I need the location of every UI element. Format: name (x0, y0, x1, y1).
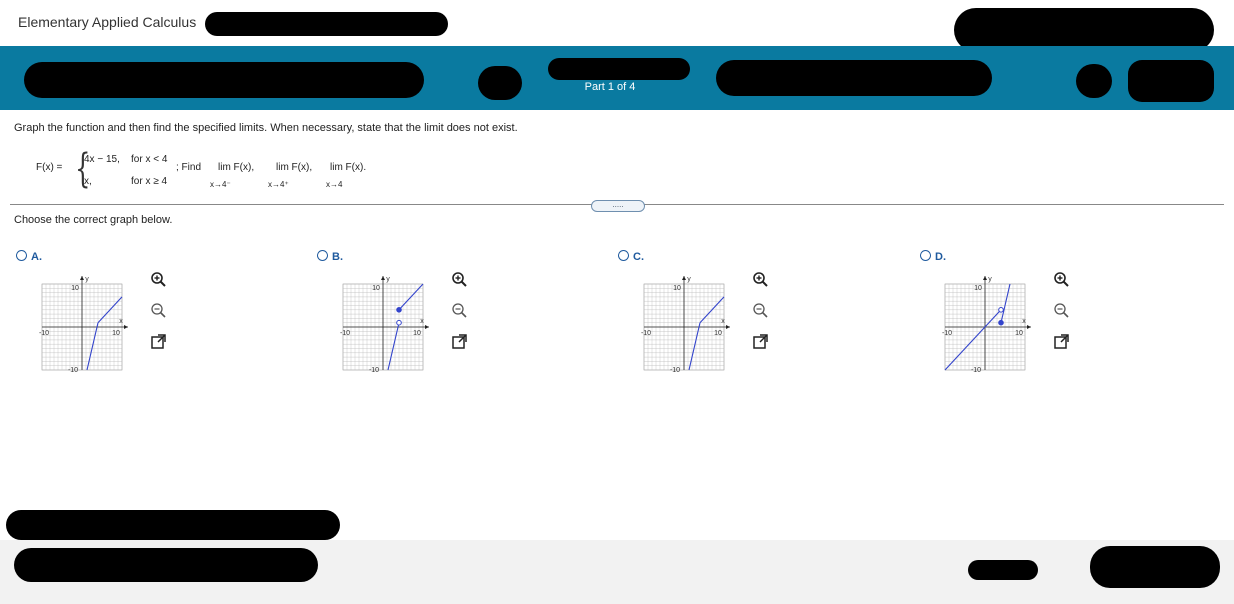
question-instruction: Graph the function and then find the spe… (14, 122, 518, 134)
pop-out-icon[interactable] (752, 333, 769, 350)
course-title: Elementary Applied Calculus (18, 14, 197, 30)
limit-both-sub: x→4 (326, 180, 343, 189)
option-letter: D. (935, 251, 946, 263)
option-b[interactable]: B. (317, 250, 343, 263)
x-axis-arrow-icon (425, 325, 429, 329)
find-label: ; Find (176, 162, 202, 173)
y-max-label: 10 (372, 285, 380, 292)
redaction (478, 66, 522, 100)
part-indicator: Part 1 of 4 (584, 81, 636, 93)
closed-point (998, 319, 1004, 326)
y-axis-arrow-icon (381, 276, 385, 280)
zoom-out-icon[interactable] (1053, 302, 1070, 319)
pop-out-icon[interactable] (150, 333, 167, 350)
case1-expression: 4x − 15, (84, 154, 120, 165)
y-max-label: 10 (974, 285, 982, 292)
x-axis-arrow-icon (1027, 325, 1031, 329)
limit-left-sub: x→4⁻ (210, 180, 231, 189)
redaction (6, 510, 340, 540)
limit-right-sub: x→4⁺ (268, 180, 289, 189)
option-letter: C. (633, 251, 644, 263)
option-d[interactable]: D. (920, 250, 946, 263)
y-axis-label: y (988, 276, 992, 283)
pop-out-icon[interactable] (451, 333, 468, 350)
option-letter: B. (332, 251, 343, 263)
y-max-label: 10 (71, 285, 79, 292)
zoom-in-icon[interactable] (451, 271, 468, 288)
y-min-label: -10 (68, 367, 78, 374)
x-axis-label: x (721, 318, 725, 325)
y-min-label: -10 (971, 367, 981, 374)
x-max-label: 10 (112, 330, 120, 337)
x-min-label: -10 (340, 330, 350, 337)
zoom-in-icon[interactable] (150, 271, 167, 288)
zoom-out-icon[interactable] (451, 302, 468, 319)
redaction (968, 560, 1038, 580)
y-axis-arrow-icon (682, 276, 686, 280)
zoom-out-icon[interactable] (150, 302, 167, 319)
graph-b[interactable]: y x 10 -10 -10 10 (339, 272, 431, 376)
graph-c[interactable]: y x 10 -10 -10 10 (640, 272, 732, 376)
redaction (1076, 64, 1112, 98)
option-letter: A. (31, 251, 42, 263)
x-axis-arrow-icon (124, 325, 128, 329)
radio-icon[interactable] (920, 250, 931, 261)
closed-point (396, 307, 402, 313)
option-c[interactable]: C. (618, 250, 644, 263)
x-min-label: -10 (39, 330, 49, 337)
case2-condition: for x ≥ 4 (131, 176, 168, 187)
redaction (24, 62, 424, 98)
graph-d[interactable]: y x 10 -10 -10 10 (941, 272, 1033, 376)
expand-button[interactable]: ..... (591, 200, 645, 212)
redaction (205, 12, 448, 36)
x-max-label: 10 (1015, 330, 1023, 337)
x-axis-label: x (420, 318, 424, 325)
limit-both: lim F(x). (330, 162, 367, 173)
x-min-label: -10 (942, 330, 952, 337)
radio-icon[interactable] (317, 250, 328, 261)
redaction (716, 60, 992, 96)
radio-icon[interactable] (16, 250, 27, 261)
redaction (1090, 546, 1220, 588)
limit-right: lim F(x), (276, 162, 313, 173)
case2-expression: x, (84, 176, 92, 187)
x-axis-arrow-icon (726, 325, 730, 329)
limit-left: lim F(x), (218, 162, 255, 173)
y-max-label: 10 (673, 285, 681, 292)
x-min-label: -10 (641, 330, 651, 337)
open-point (396, 319, 402, 326)
case1-condition: for x < 4 (131, 154, 168, 165)
redaction (548, 58, 690, 80)
y-axis-label: y (386, 276, 390, 283)
open-point (998, 307, 1004, 313)
y-axis-arrow-icon (80, 276, 84, 280)
function-name: F(x) = (36, 162, 63, 173)
y-min-label: -10 (369, 367, 379, 374)
redaction (1128, 60, 1214, 102)
x-axis-label: x (119, 318, 123, 325)
choose-prompt: Choose the correct graph below. (14, 214, 173, 226)
x-max-label: 10 (413, 330, 421, 337)
y-min-label: -10 (670, 367, 680, 374)
y-axis-arrow-icon (983, 276, 987, 280)
zoom-in-icon[interactable] (1053, 271, 1070, 288)
x-axis-label: x (1022, 318, 1026, 325)
zoom-out-icon[interactable] (752, 302, 769, 319)
radio-icon[interactable] (618, 250, 629, 261)
graph-a[interactable]: y x 10 -10 -10 10 (38, 272, 130, 376)
pop-out-icon[interactable] (1053, 333, 1070, 350)
option-a[interactable]: A. (16, 250, 42, 263)
redaction (14, 548, 318, 582)
x-max-label: 10 (714, 330, 722, 337)
zoom-in-icon[interactable] (752, 271, 769, 288)
y-axis-label: y (85, 276, 89, 283)
y-axis-label: y (687, 276, 691, 283)
